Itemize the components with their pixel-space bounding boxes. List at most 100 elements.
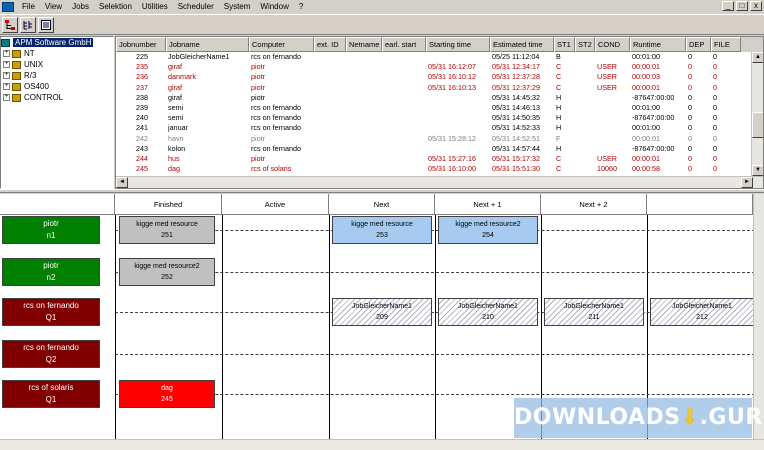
column-header[interactable]: Jobname <box>166 37 249 52</box>
table-row[interactable]: 239 semi rcs on fernando 05/31 14:46:13 H 00:… <box>116 103 741 113</box>
job-number: 253 <box>376 232 388 239</box>
column-header[interactable]: Netname <box>346 37 382 52</box>
menu-utilities[interactable]: Utilities <box>137 1 173 13</box>
table-row[interactable]: 245 dag rcs of solaris 05/31 16:10:00 05/31 … <box>116 164 741 174</box>
table-cell <box>382 164 426 174</box>
column-header[interactable]: DEP <box>686 37 711 52</box>
job-block[interactable]: kigge med resource 251 <box>119 216 215 244</box>
tree-root[interactable]: APM Software GmbH <box>1 37 113 48</box>
table-row[interactable]: 235 giraf piotr 05/31 16:12:07 05/31 12:34:1… <box>116 62 741 72</box>
table-cell <box>382 93 426 103</box>
job-block[interactable]: JobGleicherName1 210 <box>438 298 538 326</box>
column-header[interactable]: Runtime <box>630 37 686 52</box>
column-header[interactable]: FILE <box>711 37 741 52</box>
job-block[interactable]: JobGleicherName1 211 <box>544 298 644 326</box>
table-horizontal-scrollbar[interactable]: ◄ ► <box>116 176 763 188</box>
column-header[interactable]: Starting time <box>426 37 490 52</box>
menu-jobs[interactable]: Jobs <box>67 1 94 13</box>
scroll-thumb[interactable] <box>752 112 763 138</box>
tree-view-icon[interactable] <box>20 16 36 33</box>
scroll-down-icon[interactable]: ▼ <box>752 165 763 176</box>
table-cell: 00:00:58 <box>632 164 660 174</box>
queue-host: rcs on fernando <box>23 343 79 352</box>
column-header[interactable]: ext. ID <box>314 37 346 52</box>
scroll-up-icon[interactable]: ▲ <box>752 52 763 63</box>
column-header[interactable]: Jobnumber <box>116 37 166 52</box>
scroll-right-icon[interactable]: ► <box>741 177 753 188</box>
table-row[interactable]: 237 giraf piotr 05/31 16:10:13 05/31 12:37:2… <box>116 83 741 93</box>
table-row[interactable]: 241 januar rcs on fernando 05/31 14:52:33 H 0… <box>116 123 741 133</box>
table-cell <box>426 52 490 62</box>
table-cell: 05/31 14:52:51 <box>492 133 540 143</box>
tree-node-nt[interactable]: + NT <box>1 48 113 59</box>
table-row[interactable]: 225 JobGleicherName1 rcs on fernando 05/25 … <box>116 52 741 62</box>
job-block[interactable]: JobGleicherName1 209 <box>332 298 432 326</box>
scheduler-vertical-scrollbar[interactable] <box>753 194 764 439</box>
table-row[interactable]: 240 semi rcs on fernando 05/31 14:50:35 H -87… <box>116 113 741 123</box>
list-view-icon[interactable] <box>38 16 54 33</box>
hierarchy-icon[interactable] <box>2 16 18 33</box>
expand-icon[interactable]: + <box>3 50 10 57</box>
queue-label[interactable]: rcs on fernando Q2 <box>2 340 100 368</box>
app-icon[interactable] <box>2 1 14 12</box>
folder-cube-icon <box>12 93 21 102</box>
tree-node-r3[interactable]: + R/3 <box>1 70 113 81</box>
table-cell: 05/31 12:34:17 <box>492 62 540 72</box>
close-button[interactable]: x <box>750 1 762 11</box>
tree-node-unix[interactable]: + UNIX <box>1 59 113 70</box>
menu-window[interactable]: Window <box>255 1 293 13</box>
table-cell: 0 <box>713 133 717 143</box>
table-cell: 0 <box>713 153 717 163</box>
minimize-button[interactable]: _ <box>722 1 734 11</box>
tree-node-os400[interactable]: + OS400 <box>1 81 113 92</box>
menu-help[interactable]: ? <box>294 1 308 13</box>
table-row[interactable]: 242 havn piotr 05/31 15:28:12 05/31 14:52:51… <box>116 134 741 144</box>
column-header[interactable]: Estimated time <box>490 37 554 52</box>
pane-splitter[interactable] <box>0 189 764 193</box>
table-row[interactable]: 238 giraf piotr 05/31 14:45:32 H -87647:00:00… <box>116 93 741 103</box>
queue-label[interactable]: piotr n2 <box>2 258 100 286</box>
table-cell: 0 <box>688 113 692 123</box>
job-number: 245 <box>161 396 173 403</box>
job-block[interactable]: kigge med resource 253 <box>332 216 432 244</box>
table-cell: 10060 <box>597 164 617 174</box>
scroll-left-icon[interactable]: ◄ <box>116 177 128 188</box>
table-row[interactable]: 236 danmark piotr 05/31 16:10:12 05/31 12:37… <box>116 72 741 82</box>
tree-node-control[interactable]: + CONTROL <box>1 92 113 103</box>
job-block[interactable]: dag 245 <box>119 380 215 408</box>
queue-label[interactable]: rcs of solaris Q1 <box>2 380 100 408</box>
table-row[interactable]: 243 kolon rcs on fernando 05/31 14:57:44 H -8… <box>116 144 741 154</box>
column-header[interactable]: ST2 <box>575 37 595 52</box>
job-block[interactable]: kigge med resource2 254 <box>438 216 538 244</box>
expand-icon[interactable]: + <box>3 94 10 101</box>
table-vertical-scrollbar[interactable]: ▲ ▼ <box>751 52 763 176</box>
column-header[interactable]: Computer <box>249 37 314 52</box>
table-cell <box>314 52 346 62</box>
queue-label[interactable]: piotr n1 <box>2 216 100 244</box>
menu-selektion[interactable]: Selektion <box>94 1 137 13</box>
expand-icon[interactable]: + <box>3 61 10 68</box>
job-number: 210 <box>482 314 494 321</box>
column-header[interactable]: COND <box>595 37 630 52</box>
table-cell <box>346 144 382 154</box>
table-cell <box>426 113 490 123</box>
menu-bar: File View Jobs Selektion Utilities Sched… <box>0 0 764 13</box>
menu-scheduler[interactable]: Scheduler <box>173 1 219 13</box>
table-cell <box>346 72 382 82</box>
table-row[interactable]: 244 hus piotr 05/31 15:27:16 05/31 15:17:32 C… <box>116 154 741 164</box>
table-cell <box>314 144 346 154</box>
expand-icon[interactable]: + <box>3 83 10 90</box>
job-block[interactable]: kigge med resource2 252 <box>119 258 215 286</box>
menu-view[interactable]: View <box>40 1 67 13</box>
expand-icon[interactable]: + <box>3 72 10 79</box>
menu-system[interactable]: System <box>219 1 256 13</box>
table-cell: rcs on fernando <box>251 143 301 153</box>
schedule-column-line <box>115 215 116 439</box>
restore-button[interactable]: □ <box>736 1 748 11</box>
queue-label[interactable]: rcs on fernando Q1 <box>2 298 100 326</box>
job-block[interactable]: JobGleicherName1 212 <box>650 298 754 326</box>
column-header[interactable]: ST1 <box>554 37 575 52</box>
table-body: 225 JobGleicherName1 rcs on fernando 05/25 … <box>116 52 741 174</box>
menu-file[interactable]: File <box>17 1 40 13</box>
column-header[interactable]: earl. start <box>382 37 426 52</box>
